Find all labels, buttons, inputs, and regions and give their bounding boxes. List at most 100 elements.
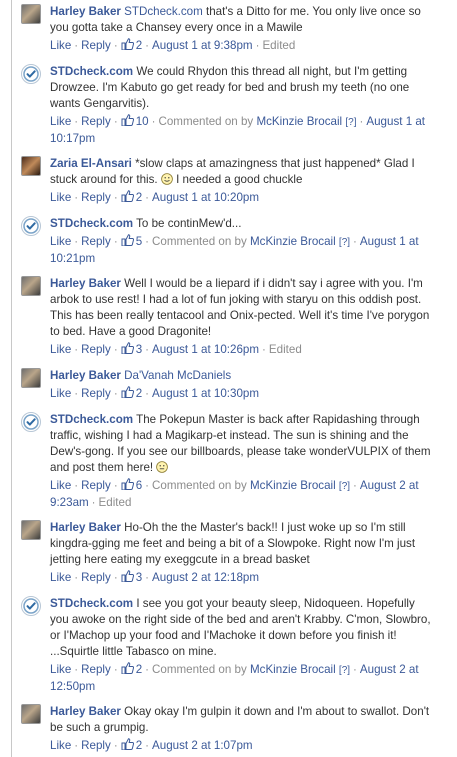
- like-button[interactable]: Like: [50, 115, 71, 128]
- like-count[interactable]: 6: [121, 478, 142, 492]
- thumb-up-icon: [121, 114, 134, 126]
- comment-body: Zaria El-Ansari *slow claps at amazingne…: [50, 156, 434, 206]
- comment-actions: Like · Reply · 10 · Commented on by McKinzie B…: [50, 114, 426, 145]
- comment-actions: Like · Reply · 2 · August 1 at 10:30pm: [50, 386, 260, 400]
- comment-actions: Like · Reply · 2 · August 2 at 1:07pm: [50, 738, 253, 752]
- comment-mention[interactable]: Da'Vanah McDaniels: [124, 369, 231, 382]
- thumb-up-icon: [121, 478, 134, 490]
- commenter-name[interactable]: McKinzie Brocail: [250, 479, 336, 492]
- reply-button[interactable]: Reply: [81, 235, 111, 248]
- neutral-face-icon: [156, 461, 169, 473]
- avatar[interactable]: [21, 4, 41, 24]
- comment-author[interactable]: STDcheck.com: [50, 217, 133, 230]
- comment-timestamp[interactable]: August 1 at 10:20pm: [152, 191, 259, 204]
- comment-body: STDcheck.com To be continMew'd... Like · R…: [50, 216, 434, 267]
- comment-mention[interactable]: STDcheck.com: [124, 5, 203, 18]
- like-button[interactable]: Like: [50, 387, 71, 400]
- comment-thread: Harley Baker STDcheck.com that's a Ditto…: [11, 0, 457, 757]
- like-button[interactable]: Like: [50, 479, 71, 492]
- like-count[interactable]: 2: [121, 190, 142, 204]
- reply-button[interactable]: Reply: [81, 115, 111, 128]
- checkmark-icon: [23, 598, 39, 614]
- comment-timestamp[interactable]: August 2 at 12:18pm: [152, 571, 259, 584]
- help-marker[interactable]: [?]: [339, 481, 350, 492]
- thumb-up-icon: [121, 38, 134, 50]
- avatar[interactable]: [21, 412, 41, 432]
- commented-on-label: Commented on by: [152, 235, 247, 248]
- comment-author[interactable]: STDcheck.com: [50, 65, 133, 78]
- reply-button[interactable]: Reply: [81, 191, 111, 204]
- comment-text-cont: I needed a good chuckle: [172, 173, 303, 186]
- avatar[interactable]: [21, 704, 41, 724]
- edited-label[interactable]: Edited: [262, 39, 295, 52]
- comment-author[interactable]: STDcheck.com: [50, 597, 133, 610]
- like-count[interactable]: 2: [121, 738, 142, 752]
- comment-timestamp[interactable]: August 1 at 9:38pm: [152, 39, 253, 52]
- like-button[interactable]: Like: [50, 39, 71, 52]
- reply-button[interactable]: Reply: [81, 479, 111, 492]
- thumb-up-icon: [121, 342, 134, 354]
- comment-body: Harley Baker Da'Vanah McDaniels Like · Rep…: [50, 368, 434, 402]
- edited-label[interactable]: Edited: [99, 496, 132, 509]
- like-count[interactable]: 10: [121, 114, 149, 128]
- avatar[interactable]: [21, 276, 41, 296]
- comment-actions: Like · Reply · 3 · August 2 at 12:18pm: [50, 570, 260, 584]
- like-button[interactable]: Like: [50, 343, 71, 356]
- thumb-up-icon: [121, 234, 134, 246]
- comment-author[interactable]: Harley Baker: [50, 277, 121, 290]
- like-count[interactable]: 2: [121, 38, 142, 52]
- comment-body: STDcheck.com I see you got your beauty s…: [50, 596, 434, 695]
- comment-actions: Like · Reply · 2 · August 1 at 10:20pm: [50, 190, 260, 204]
- edited-label[interactable]: Edited: [269, 343, 302, 356]
- comment-actions: Like · Reply · 6 · Commented on by McKinzie Br…: [50, 478, 419, 509]
- checkmark-icon: [23, 218, 39, 234]
- like-count[interactable]: 2: [121, 662, 142, 676]
- comment-actions: Like · Reply · 2 · August 1 at 9:38pm · Edited: [50, 38, 296, 52]
- comment-author[interactable]: Zaria El-Ansari: [50, 157, 132, 170]
- like-button[interactable]: Like: [50, 663, 71, 676]
- comment-author[interactable]: Harley Baker: [50, 5, 121, 18]
- help-marker[interactable]: [?]: [345, 117, 356, 128]
- reply-button[interactable]: Reply: [81, 739, 111, 752]
- like-button[interactable]: Like: [50, 739, 71, 752]
- like-count[interactable]: 3: [121, 570, 142, 584]
- avatar[interactable]: [21, 520, 41, 540]
- comment-actions: Like · Reply · 5 · Commented on by McKinzie Br…: [50, 234, 419, 265]
- comment-body: Harley Baker Well I would be a liepard i…: [50, 276, 434, 358]
- like-count[interactable]: 2: [121, 386, 142, 400]
- avatar[interactable]: [21, 156, 41, 176]
- avatar[interactable]: [21, 216, 41, 236]
- help-marker[interactable]: [?]: [339, 237, 350, 248]
- commenter-name[interactable]: McKinzie Brocail: [250, 663, 336, 676]
- reply-button[interactable]: Reply: [81, 343, 111, 356]
- comment-body: STDcheck.com The Pokepun Master is back …: [50, 412, 434, 511]
- reply-button[interactable]: Reply: [81, 571, 111, 584]
- comment-body: Harley Baker STDcheck.com that's a Ditto…: [50, 4, 434, 54]
- commenter-name[interactable]: McKinzie Brocail: [250, 235, 336, 248]
- comment-timestamp[interactable]: August 2 at 1:07pm: [152, 739, 253, 752]
- avatar[interactable]: [21, 368, 41, 388]
- comment-timestamp[interactable]: August 1 at 10:30pm: [152, 387, 259, 400]
- like-count[interactable]: 3: [121, 342, 142, 356]
- reply-button[interactable]: Reply: [81, 663, 111, 676]
- comment-actions: Like · Reply · 2 · Commented on by McKinzie Br…: [50, 662, 419, 693]
- like-button[interactable]: Like: [50, 571, 71, 584]
- like-count[interactable]: 5: [121, 234, 142, 248]
- reply-button[interactable]: Reply: [81, 387, 111, 400]
- comment-actions: Like · Reply · 3 · August 1 at 10:26pm · Edited: [50, 342, 302, 356]
- avatar[interactable]: [21, 596, 41, 616]
- checkmark-icon: [23, 414, 39, 430]
- commenter-name[interactable]: McKinzie Brocail: [256, 115, 342, 128]
- like-button[interactable]: Like: [50, 235, 71, 248]
- comment-timestamp[interactable]: August 1 at 10:26pm: [152, 343, 259, 356]
- reply-button[interactable]: Reply: [81, 39, 111, 52]
- help-marker[interactable]: [?]: [339, 665, 350, 676]
- smiley-icon: [161, 173, 173, 185]
- comment-author[interactable]: Harley Baker: [50, 705, 121, 718]
- like-button[interactable]: Like: [50, 191, 71, 204]
- thumb-up-icon: [121, 662, 134, 674]
- comment-author[interactable]: Harley Baker: [50, 521, 121, 534]
- comment-author[interactable]: STDcheck.com: [50, 413, 133, 426]
- avatar[interactable]: [21, 64, 41, 84]
- comment-author[interactable]: Harley Baker: [50, 369, 121, 382]
